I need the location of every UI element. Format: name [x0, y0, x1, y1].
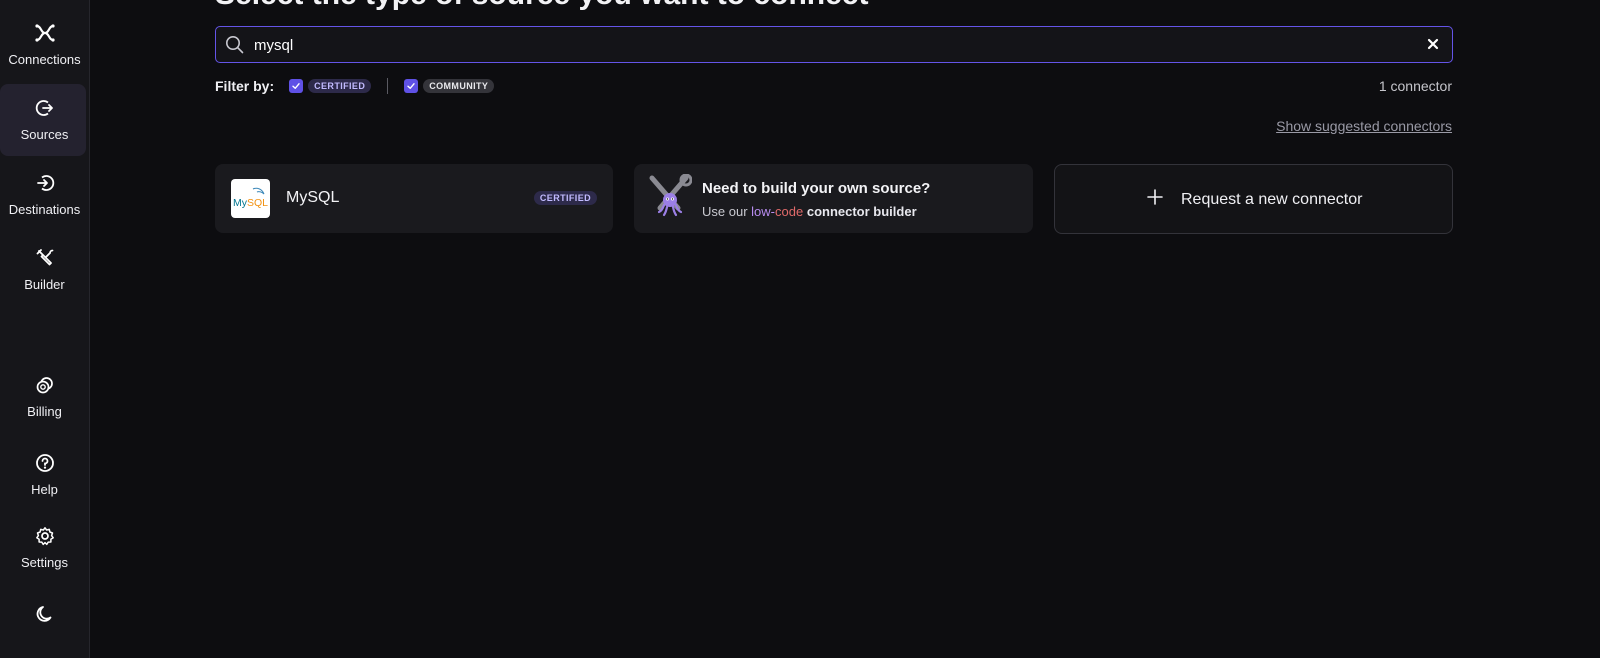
builder-card-subtitle: Use our low-code connector builder: [702, 204, 917, 219]
check-icon: [292, 83, 300, 89]
filter-row: Filter by: CERTIFIED COMMUNITY: [215, 77, 495, 95]
sidebar-item-label: Connections: [8, 52, 81, 67]
community-checkbox[interactable]: [404, 79, 419, 93]
sources-icon: [34, 97, 56, 119]
builder-sub-prefix: Use our: [702, 204, 748, 219]
check-icon: [407, 83, 415, 89]
sidebar-item-settings[interactable]: Settings: [0, 525, 89, 570]
connector-builder-card[interactable]: Need to build your own source? Use our l…: [634, 164, 1033, 233]
help-icon: [34, 452, 56, 474]
filter-label: Filter by:: [215, 78, 275, 94]
certified-badge: CERTIFIED: [533, 191, 597, 205]
clear-search-button[interactable]: [1424, 35, 1442, 58]
builder-sub-bold: connector builder: [806, 204, 917, 219]
sidebar-item-connections[interactable]: Connections: [0, 22, 89, 67]
search-icon: [225, 35, 244, 59]
result-count: 1 connector: [1378, 78, 1452, 94]
builder-sub-low: low: [751, 204, 771, 219]
builder-octopus-icon: [648, 173, 693, 225]
sidebar-item-label: Builder: [24, 277, 65, 292]
page-title: Select the type of source you want to co…: [215, 0, 868, 12]
builder-card-title: Need to build your own source?: [702, 180, 931, 197]
request-connector-label: Request a new connector: [1181, 190, 1363, 208]
search-input[interactable]: [252, 33, 1406, 57]
builder-sub-code: code: [775, 204, 804, 219]
builder-icon: [34, 247, 56, 269]
sidebar-item-label: Sources: [20, 127, 69, 142]
plus-icon: [1147, 189, 1163, 210]
sidebar-item-help[interactable]: Help: [0, 452, 89, 497]
sidebar-item-builder[interactable]: Builder: [0, 247, 89, 292]
gear-icon: [34, 525, 56, 547]
filter-divider: [387, 78, 389, 94]
sidebar-item-sources[interactable]: Sources: [0, 97, 89, 142]
sidebar-item-label: Billing: [27, 404, 62, 419]
sidebar-item-billing[interactable]: Billing: [0, 374, 89, 419]
request-new-connector-button[interactable]: Request a new connector: [1054, 164, 1453, 234]
destinations-icon: [34, 172, 56, 194]
show-suggested-connectors-link[interactable]: Show suggested connectors: [1276, 118, 1452, 134]
moon-icon: [34, 603, 56, 625]
billing-icon: [34, 374, 56, 396]
close-icon: [1427, 38, 1439, 50]
sidebar-item-label: Help: [31, 482, 58, 497]
connector-card-mysql[interactable]: MySQL MySQL CERTIFIED: [215, 164, 613, 233]
sidebar-item-label: Destinations: [8, 202, 81, 217]
certified-checkbox[interactable]: [289, 79, 304, 93]
sidebar-item-label: Settings: [21, 555, 68, 570]
mysql-logo: MySQL: [231, 179, 270, 218]
search-box: [215, 26, 1453, 63]
community-badge: COMMUNITY: [423, 79, 495, 93]
connector-name: MySQL: [286, 189, 340, 206]
theme-toggle[interactable]: [0, 603, 89, 625]
mysql-logo-text: MySQL: [233, 197, 268, 209]
certified-badge: CERTIFIED: [308, 79, 372, 93]
sidebar-item-destinations[interactable]: Destinations: [0, 172, 89, 217]
sidebar: Connections Sources Destinations Builder…: [0, 0, 90, 658]
connections-icon: [34, 22, 56, 44]
